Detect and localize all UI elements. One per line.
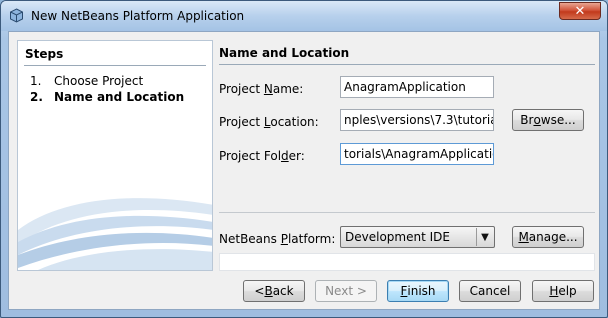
- dropdown-arrow-icon[interactable]: ▼: [476, 228, 493, 246]
- button-mnemonic: B: [264, 284, 273, 298]
- button-text: <: [254, 284, 265, 298]
- finish-button[interactable]: Finish: [387, 280, 449, 302]
- step-label: Name and Location: [54, 90, 185, 104]
- label-text: Project: [219, 82, 264, 96]
- step-label: Choose Project: [54, 74, 144, 88]
- label-mnemonic: N: [263, 82, 273, 96]
- section-separator: [219, 212, 595, 213]
- label-mnemonic: d: [281, 149, 289, 163]
- button-mnemonic: F: [400, 284, 408, 298]
- steps-divider: [24, 65, 206, 66]
- window-title: New NetBeans Platform Application: [31, 9, 245, 23]
- button-mnemonic: M: [518, 230, 529, 244]
- section-divider: [219, 64, 595, 65]
- steps-title: Steps: [25, 47, 64, 61]
- help-button[interactable]: Help: [532, 280, 594, 302]
- section-title: Name and Location: [219, 46, 350, 60]
- label-text: NetBeans: [219, 232, 281, 246]
- project-name-field[interactable]: AnagramApplication: [340, 76, 494, 98]
- cancel-button[interactable]: Cancel: [459, 280, 521, 302]
- manage-button[interactable]: Manage...: [512, 226, 584, 248]
- button-text: inish: [407, 284, 436, 298]
- label-text: ame:: [272, 82, 304, 96]
- project-folder-label: Project Folder:: [219, 149, 305, 163]
- close-button[interactable]: ✕: [559, 2, 601, 20]
- button-text: ack: [272, 284, 294, 298]
- project-location-label: Project Location:: [219, 115, 319, 129]
- project-folder-field[interactable]: torials\AnagramApplication: [340, 143, 494, 165]
- wizard-swoosh-graphic: [18, 198, 212, 270]
- button-mnemonic: o: [533, 113, 541, 127]
- label-text: ocation:: [270, 115, 319, 129]
- project-name-label: Project Name:: [219, 82, 303, 96]
- button-text: Br: [520, 113, 534, 127]
- button-text: elp: [558, 284, 577, 298]
- button-mnemonic: H: [549, 284, 559, 298]
- next-button[interactable]: Next >: [315, 280, 377, 302]
- netbeans-cube-icon: [10, 8, 23, 23]
- project-location-field[interactable]: nples\versions\7.3\tutorials: [340, 109, 494, 131]
- platform-selected-value: Development IDE: [345, 230, 450, 244]
- label-mnemonic: P: [280, 232, 288, 246]
- button-text: anage...: [528, 230, 578, 244]
- message-area: [219, 253, 595, 271]
- steps-panel: Steps 1. Choose Project 2. Name and Loca…: [17, 40, 213, 271]
- dialog-window: New NetBeans Platform Application ✕ Step…: [0, 0, 608, 318]
- close-icon: ✕: [574, 3, 586, 19]
- dialog-content: Steps 1. Choose Project 2. Name and Loca…: [8, 31, 600, 310]
- label-text: Project: [219, 115, 264, 129]
- platform-label: NetBeans Platform:: [219, 232, 335, 246]
- name-location-panel: Name and Location Project Name: AnagramA…: [219, 40, 595, 271]
- back-button[interactable]: < Back: [243, 280, 305, 302]
- label-text: latform:: [287, 232, 336, 246]
- browse-button[interactable]: Br o wse...: [512, 109, 584, 131]
- step-number: 1.: [30, 74, 42, 88]
- label-text: er:: [288, 149, 305, 163]
- button-text: wse...: [540, 113, 576, 127]
- title-bar[interactable]: New NetBeans Platform Application ✕: [1, 1, 607, 31]
- label-text: Project Fol: [219, 149, 282, 163]
- platform-dropdown[interactable]: Development IDE ▼: [340, 226, 495, 248]
- step-number: 2.: [30, 90, 43, 104]
